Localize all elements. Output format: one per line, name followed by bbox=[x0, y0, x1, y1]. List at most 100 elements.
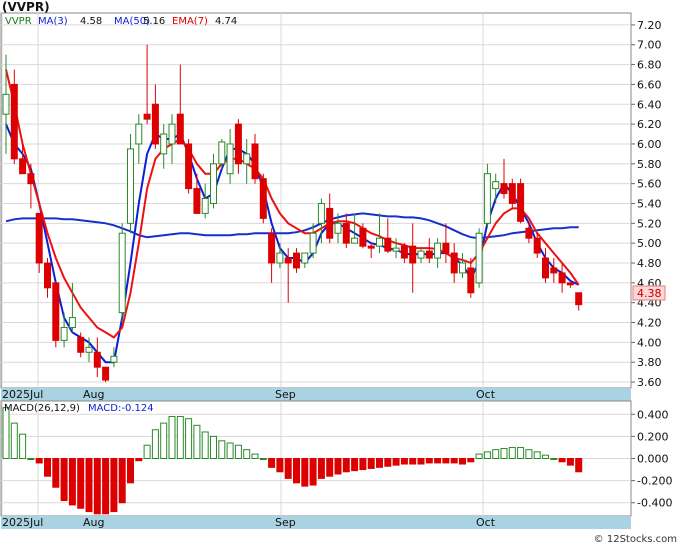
candle-body bbox=[400, 245, 408, 259]
macd-bar bbox=[234, 444, 242, 460]
price-tick-label: 6.80 bbox=[637, 59, 662, 72]
candle-body bbox=[268, 232, 276, 264]
macd-bar bbox=[110, 458, 118, 513]
candle-body bbox=[384, 237, 392, 252]
candle-body bbox=[10, 83, 18, 160]
candle-body bbox=[193, 188, 201, 214]
macd-bar bbox=[500, 448, 508, 459]
macd-bar bbox=[102, 458, 110, 515]
candle-body bbox=[575, 292, 583, 306]
candle-body bbox=[492, 181, 500, 190]
macd-bar bbox=[342, 458, 350, 473]
candle-body bbox=[367, 245, 375, 249]
candle-body bbox=[176, 113, 184, 145]
price-tick-label: 6.00 bbox=[637, 138, 662, 151]
macd-bar bbox=[558, 458, 566, 463]
macd-panel: -0.400 -0.200 0.000 0.200 0.400 bbox=[0, 400, 672, 517]
macd-month-label-aug: Aug bbox=[83, 516, 104, 529]
macd-bar bbox=[525, 449, 533, 459]
macd-bar bbox=[127, 458, 134, 484]
macd-bar bbox=[309, 458, 317, 486]
macd-month-label-sep: Sep bbox=[275, 516, 296, 529]
macd-bar bbox=[450, 458, 458, 464]
candle-body bbox=[517, 183, 525, 222]
price-tick-label: 6.60 bbox=[637, 78, 662, 91]
candle-body bbox=[251, 143, 259, 180]
macd-bar bbox=[334, 458, 342, 475]
candle-body bbox=[459, 262, 466, 274]
candle-body bbox=[558, 272, 566, 284]
macd-tick-label: 0.200 bbox=[637, 430, 669, 443]
candle-body bbox=[68, 317, 76, 328]
candle-body bbox=[44, 262, 51, 289]
last-price-tag: 4.38 bbox=[637, 287, 662, 300]
macd-bar bbox=[442, 458, 450, 464]
macd-bar bbox=[409, 458, 417, 465]
candle-body bbox=[168, 123, 176, 145]
macd-bar bbox=[27, 458, 35, 460]
macd-bar bbox=[210, 435, 217, 459]
candle-body bbox=[151, 103, 159, 145]
macd-bar bbox=[566, 458, 574, 466]
macd-bar bbox=[384, 458, 392, 467]
candle-body bbox=[127, 148, 134, 224]
price-tick-label: 4.80 bbox=[637, 257, 662, 270]
candle-body bbox=[376, 237, 383, 247]
candle-body bbox=[309, 232, 317, 254]
macd-bar bbox=[185, 418, 193, 460]
macd-bar bbox=[201, 431, 209, 460]
macd-tick-label: -0.200 bbox=[637, 475, 672, 488]
macd-bar bbox=[351, 458, 359, 472]
macd-bar bbox=[301, 458, 309, 487]
macd-tick-label: -0.400 bbox=[637, 497, 672, 510]
candle-body bbox=[425, 250, 433, 259]
candle-body bbox=[185, 143, 193, 190]
candle-body bbox=[102, 366, 110, 381]
stock-chart: 3.603.804.004.204.404.604.805.005.205.40… bbox=[0, 0, 680, 546]
macd-bar bbox=[193, 424, 201, 460]
macd-bar bbox=[425, 458, 433, 464]
candle-body bbox=[351, 237, 359, 244]
macd-bar bbox=[151, 429, 159, 459]
candle-body bbox=[550, 267, 558, 274]
candle-body bbox=[434, 242, 442, 259]
macd-bar bbox=[542, 454, 549, 459]
candle-body bbox=[500, 183, 508, 195]
macd-bar bbox=[118, 458, 126, 504]
candle-body bbox=[160, 133, 168, 155]
macd-bar bbox=[2, 407, 10, 459]
watermark: © 12Stocks.com bbox=[594, 534, 677, 545]
macd-bar bbox=[251, 453, 259, 460]
macd-bar bbox=[376, 458, 383, 468]
candle-body bbox=[210, 163, 217, 204]
candle-body bbox=[135, 123, 143, 145]
candle-body bbox=[483, 173, 491, 224]
legend-ema7-label: EMA(7) bbox=[172, 16, 208, 27]
candle-body bbox=[326, 207, 334, 239]
candle-body bbox=[143, 113, 151, 120]
candle-body bbox=[284, 257, 292, 264]
macd-bar bbox=[434, 458, 442, 464]
price-tick-label: 5.80 bbox=[637, 158, 662, 171]
candle-body bbox=[566, 282, 574, 286]
legend-ema7-value: 4.74 bbox=[215, 16, 237, 27]
macd-bar bbox=[77, 458, 85, 509]
candle-body bbox=[2, 93, 10, 115]
macd-bar bbox=[467, 458, 475, 463]
macd-bar bbox=[60, 458, 68, 502]
candle-body bbox=[35, 212, 43, 264]
macd-bar bbox=[550, 458, 558, 460]
chart-title: (VVPR) bbox=[2, 0, 50, 14]
candle-body bbox=[93, 351, 101, 368]
candle-body bbox=[317, 202, 325, 224]
month-label-jul: 2025Jul bbox=[2, 388, 43, 401]
candle-body bbox=[52, 282, 60, 341]
candle-body bbox=[542, 257, 549, 279]
price-tick-label: 7.20 bbox=[637, 19, 662, 32]
macd-bar bbox=[68, 458, 76, 506]
candle-body bbox=[218, 141, 226, 165]
legend-symbol: VVPR bbox=[5, 16, 32, 27]
macd-bar bbox=[517, 446, 525, 460]
macd-month-label-jul: 2025Jul bbox=[2, 516, 43, 529]
macd-bar bbox=[367, 458, 375, 469]
